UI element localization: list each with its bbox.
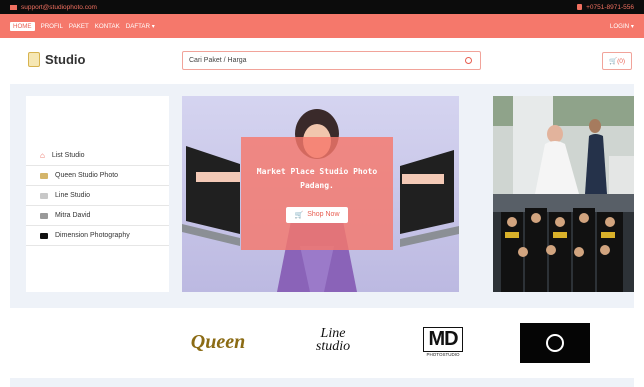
sidebar-item-list-studio[interactable]: ⌂ List Studio	[26, 146, 169, 166]
sidebar-item-queen-studio[interactable]: Queen Studio Photo	[26, 166, 169, 186]
email-contact[interactable]: support@studiophoto.com	[10, 4, 97, 11]
nav-kontak[interactable]: KONTAK	[95, 23, 120, 30]
graduation-photo[interactable]	[493, 194, 634, 292]
login-label: LOGIN	[609, 22, 630, 30]
chevron-down-icon: ▾	[151, 22, 155, 30]
nav-daftar-label: DAFTAR	[125, 22, 151, 30]
partner-brands: Queen Line studio MD PHOTOSTUDIO	[0, 310, 644, 378]
dimension-logo-icon	[546, 334, 564, 352]
sidebar-item-dimension-photography[interactable]: Dimension Photography	[26, 226, 169, 246]
sidebar-item-label: Dimension Photography	[55, 232, 130, 239]
studio-sidebar: ⌂ List Studio Queen Studio Photo Line St…	[26, 96, 169, 292]
envelope-icon	[10, 4, 17, 10]
line-logo-text: Line studio	[315, 326, 351, 354]
banner-title: Market Place Studio Photo Padang.	[256, 166, 378, 190]
search-input[interactable]: Cari Paket / Harga	[182, 51, 481, 70]
line-logo-icon	[40, 192, 48, 199]
email-text: support@studiophoto.com	[21, 3, 97, 11]
camera-icon	[40, 232, 48, 239]
featured-photos	[493, 96, 634, 292]
sidebar-item-mitra-david[interactable]: Mitra David	[26, 206, 169, 226]
main-nav: HOME PROFIL PAKET KONTAK DAFTAR ▾ LOGIN …	[0, 14, 644, 38]
queen-logo-text: Queen	[190, 330, 246, 353]
top-info-bar: support@studiophoto.com +0751-8971-556	[0, 0, 644, 14]
nav-paket[interactable]: PAKET	[69, 23, 89, 30]
brand-line-studio[interactable]: Line studio	[298, 320, 368, 360]
nav-home[interactable]: HOME	[10, 21, 35, 31]
queen-logo-icon	[40, 172, 48, 179]
hero-banner: Market Place Studio Photo Padang. 🛒 Shop…	[182, 96, 459, 292]
search-placeholder: Cari Paket / Harga	[189, 57, 247, 64]
md-logo-sub: PHOTOSTUDIO	[426, 352, 460, 357]
home-icon: ⌂	[40, 151, 45, 160]
site-logo[interactable]: Studio	[28, 52, 85, 67]
phone-text: +0751-8971-556	[586, 3, 634, 11]
sidebar-item-label: Line Studio	[55, 192, 91, 199]
graduation-image	[493, 194, 634, 292]
brand-md-photostudio[interactable]: MD PHOTOSTUDIO	[408, 322, 478, 362]
md-logo-text: MD	[423, 327, 463, 352]
cart-icon: 🛒	[608, 58, 618, 65]
cart-count: (0)	[617, 57, 626, 65]
sidebar-item-label: Mitra David	[55, 212, 91, 219]
brand-dimension[interactable]	[520, 323, 590, 363]
sidebar-item-label: Queen Studio Photo	[55, 172, 119, 179]
footer-strip	[10, 378, 634, 387]
phone-contact[interactable]: +0751-8971-556	[577, 4, 634, 11]
sidebar-item-line-studio[interactable]: Line Studio	[26, 186, 169, 206]
banner-overlay: Market Place Studio Photo Padang. 🛒 Shop…	[241, 137, 393, 250]
shop-now-button[interactable]: 🛒 Shop Now	[286, 206, 348, 223]
wedding-photo[interactable]	[493, 96, 634, 194]
mitra-logo-icon	[40, 212, 48, 219]
cart-button[interactable]: 🛒 (0)	[602, 52, 632, 70]
shop-now-label: Shop Now	[307, 211, 340, 218]
sidebar-item-label: List Studio	[51, 152, 85, 159]
chevron-down-icon: ▾	[630, 22, 634, 30]
header: Studio Cari Paket / Harga 🛒 (0)	[0, 38, 644, 84]
nav-daftar[interactable]: DAFTAR ▾	[126, 23, 155, 30]
studio-logo-icon	[28, 52, 40, 67]
wedding-image	[493, 96, 634, 194]
search-icon[interactable]	[465, 57, 472, 64]
brand-queen[interactable]: Queen	[183, 322, 253, 362]
cart-icon: 🛒	[294, 211, 304, 219]
login-link[interactable]: LOGIN ▾	[610, 23, 634, 30]
phone-icon	[577, 4, 583, 10]
hero-section: ⌂ List Studio Queen Studio Photo Line St…	[10, 84, 634, 308]
nav-profil[interactable]: PROFIL	[41, 23, 63, 30]
logo-text: Studio	[45, 52, 86, 67]
